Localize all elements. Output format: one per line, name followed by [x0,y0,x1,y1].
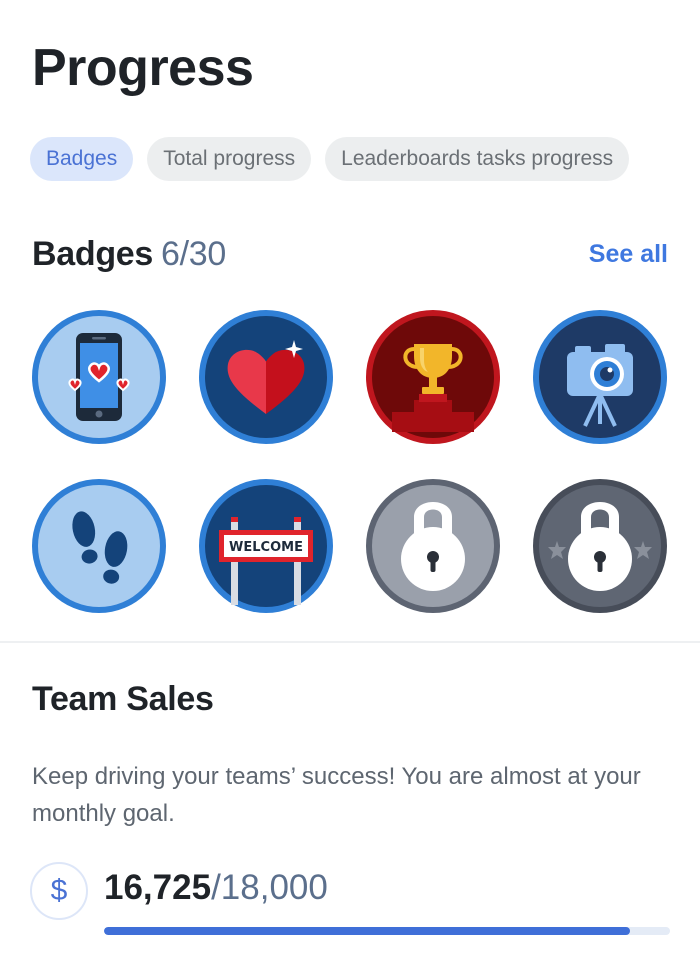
sales-figure: 16,725/18,000 [104,868,328,908]
badge-footprints[interactable] [30,477,168,615]
badges-count: 6/30 [161,234,227,273]
badge-locked-1[interactable] [364,477,502,615]
camera-icon [533,310,667,444]
dollar-icon: $ [30,862,88,920]
sales-progress-bar [104,927,670,935]
sales-goal: 18,000 [220,868,328,907]
heart-icon [199,310,333,444]
badge-phone-hearts[interactable] [30,308,168,446]
welcome-sign-icon: WELCOME [199,479,333,613]
welcome-sign-text: WELCOME [229,540,303,555]
badge-camera[interactable] [531,308,669,446]
footprints-icon [32,479,166,613]
badge-welcome-sign[interactable]: WELCOME [197,477,335,615]
badge-trophy[interactable] [364,308,502,446]
badge-locked-2[interactable] [531,477,669,615]
lock-icon [366,479,500,613]
section-divider [0,641,700,643]
lock-icon [533,479,667,613]
page-title: Progress [32,39,254,97]
team-sales-description: Keep driving your teams’ success! You ar… [32,763,641,827]
badge-heart[interactable] [197,308,335,446]
sales-progress-fill [104,927,630,935]
tab-leaderboards-tasks-progress[interactable]: Leaderboards tasks progress [325,137,630,181]
badge-grid: WELCOME [30,308,670,615]
tab-badges[interactable]: Badges [30,137,134,181]
badges-header: Badges 6/30 See all [32,232,668,276]
team-sales-title: Team Sales [32,680,214,718]
badges-title-label: Badges [32,234,154,273]
see-all-link[interactable]: See all [589,240,668,269]
sales-separator: / [211,868,221,907]
trophy-icon [366,310,500,444]
sales-current: 16,725 [104,868,212,907]
phone-hearts-icon [32,310,166,444]
tab-bar: Badges Total progress Leaderboards tasks… [30,137,630,181]
tab-total-progress[interactable]: Total progress [147,137,312,181]
badges-section-title: Badges 6/30 [32,235,226,274]
